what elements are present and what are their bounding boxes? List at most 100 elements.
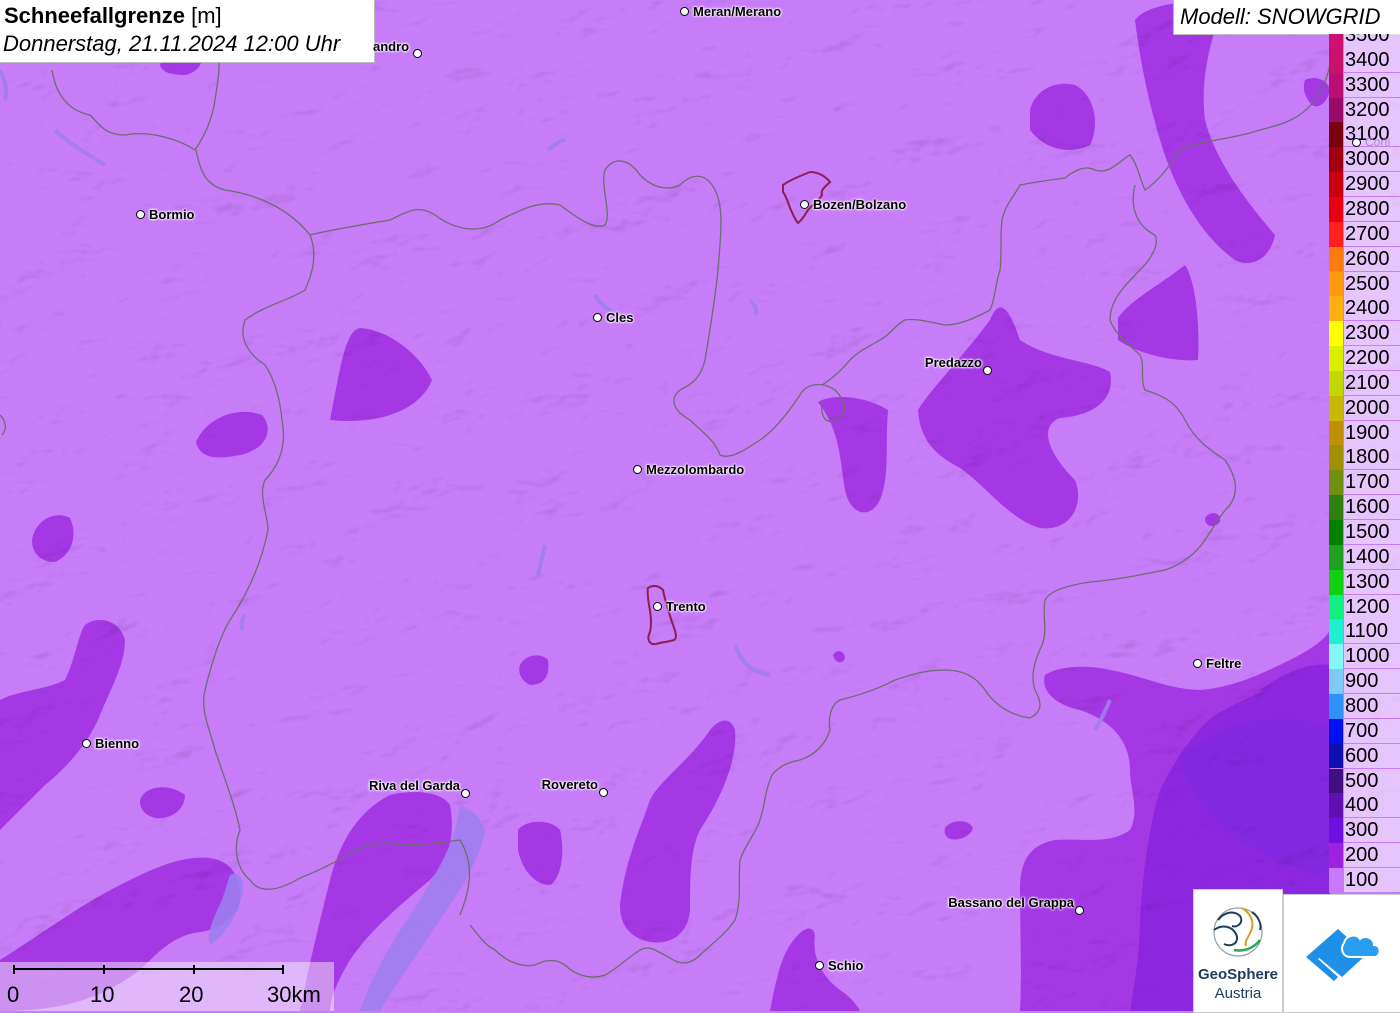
city-dot (593, 313, 602, 322)
legend-swatch (1329, 669, 1343, 694)
legend-swatch (1329, 843, 1343, 868)
legend-label: 1200 (1344, 594, 1400, 619)
city-label: Cles (606, 310, 634, 325)
legend-label: 2200 (1344, 346, 1400, 371)
scale-label-0: 0 (7, 982, 20, 1007)
city-label: Riva del Garda (368, 778, 460, 793)
terrain-relief (0, 0, 1400, 1011)
cloud-arrow-icon (1306, 929, 1381, 981)
city-dot (633, 465, 642, 474)
legend-label: 2300 (1344, 321, 1400, 346)
city-label: andro (373, 39, 410, 54)
legend-swatch (1329, 544, 1343, 570)
legend-swatch (1329, 768, 1343, 794)
city-label: Schio (828, 958, 864, 973)
city-label: Bormio (149, 207, 195, 222)
legend-swatch (1329, 346, 1343, 371)
city-dot (1075, 906, 1084, 915)
weather-app-logo[interactable] (1283, 894, 1400, 1013)
city-label: Bassano del Grappa (948, 895, 1074, 910)
legend-swatch (1329, 246, 1343, 272)
snowfall-map[interactable] (0, 0, 1400, 1011)
city-label: Trento (666, 599, 706, 614)
geosphere-logo-text: GeoSphere (1197, 966, 1279, 983)
legend-label: 200 (1344, 843, 1400, 868)
legend-swatch (1329, 172, 1343, 197)
city-dot (680, 7, 689, 16)
legend-label: 2700 (1344, 221, 1400, 246)
map-title-unit: [m] (191, 3, 222, 28)
legend-label: 1400 (1344, 544, 1400, 569)
legend-swatch (1329, 34, 1343, 48)
legend-label: 2100 (1344, 370, 1400, 395)
legend-label: 100 (1344, 867, 1400, 892)
city-label: Corti (1365, 135, 1391, 149)
legend-swatch (1329, 495, 1343, 520)
legend-swatch (1329, 97, 1343, 123)
legend-swatch (1329, 818, 1343, 844)
city-label: Meran/Merano (693, 4, 782, 19)
city-dot (461, 789, 470, 798)
city-label: Mezzolombardo (646, 462, 745, 477)
legend-swatch (1329, 420, 1343, 446)
legend-swatch (1329, 370, 1343, 396)
legend-label: 800 (1344, 693, 1400, 718)
city-dot (599, 788, 608, 797)
legend-label: 3200 (1344, 97, 1400, 122)
legend-label: 3400 (1344, 47, 1400, 72)
city-dot (800, 200, 809, 209)
legend-label: 2400 (1344, 296, 1400, 321)
legend-label: 2900 (1344, 172, 1400, 197)
legend-swatch (1329, 470, 1343, 496)
legend-label: 2800 (1344, 196, 1400, 221)
city-dot (136, 210, 145, 219)
legend-swatch (1329, 395, 1343, 421)
model-label: Modell: SNOWGRID (1180, 4, 1381, 29)
city-dot (413, 49, 422, 58)
legend-swatch (1329, 122, 1343, 148)
model-panel: Modell: SNOWGRID (1173, 0, 1400, 35)
city-dot (1193, 659, 1202, 668)
city-label: Bienno (95, 736, 140, 751)
scale-label-10: 10 (90, 982, 115, 1007)
city-label: Bozen/Bolzano (813, 197, 907, 212)
legend-label: 3300 (1344, 72, 1400, 97)
legend-swatch (1329, 72, 1343, 98)
legend-swatch (1329, 693, 1343, 719)
city-dot (653, 602, 662, 611)
legend-swatch (1329, 743, 1343, 769)
legend-swatch (1329, 520, 1343, 545)
color-legend: 3500 3400 3300 3200 3100 3000 2900 2800 2700 2600… (1329, 34, 1400, 893)
legend-swatch (1329, 644, 1343, 670)
legend-label: 2500 (1344, 271, 1400, 296)
city-dot (1352, 138, 1361, 147)
legend-label: 700 (1344, 718, 1400, 743)
legend-label: 900 (1344, 669, 1400, 694)
legend-label: 2000 (1344, 395, 1400, 420)
city-label: Rovereto (541, 777, 598, 792)
geosphere-austria-logo[interactable]: GeoSphere Austria (1193, 889, 1283, 1013)
legend-label: 500 (1344, 768, 1400, 793)
city-dot (983, 366, 992, 375)
legend-label: 600 (1344, 743, 1400, 768)
scale-label-30km: 30km (267, 982, 321, 1007)
legend-swatch (1329, 147, 1343, 173)
legend-swatch (1329, 196, 1343, 222)
legend-swatch (1329, 569, 1343, 595)
map-datetime: Donnerstag, 21.11.2024 12:00 Uhr (3, 31, 341, 56)
legend-label: 1500 (1344, 520, 1400, 544)
scale-label-20: 20 (179, 982, 204, 1007)
legend-swatch (1329, 221, 1343, 247)
legend-label: 400 (1344, 793, 1400, 818)
legend-swatch (1329, 321, 1343, 347)
legend-swatch (1329, 619, 1343, 645)
legend-label: 1300 (1344, 569, 1400, 594)
legend-label: 1100 (1344, 619, 1400, 644)
legend-label: 1800 (1344, 445, 1400, 470)
legend-label: 3000 (1344, 147, 1400, 172)
legend-label: 1700 (1344, 470, 1400, 495)
map-title-main: Schneefallgrenze (4, 3, 185, 28)
title-panel: Schneefallgrenze [m] Donnerstag, 21.11.2… (0, 0, 375, 63)
legend-label: 3500 (1344, 34, 1400, 48)
scale-bar: 0 10 20 30km (0, 962, 334, 1011)
